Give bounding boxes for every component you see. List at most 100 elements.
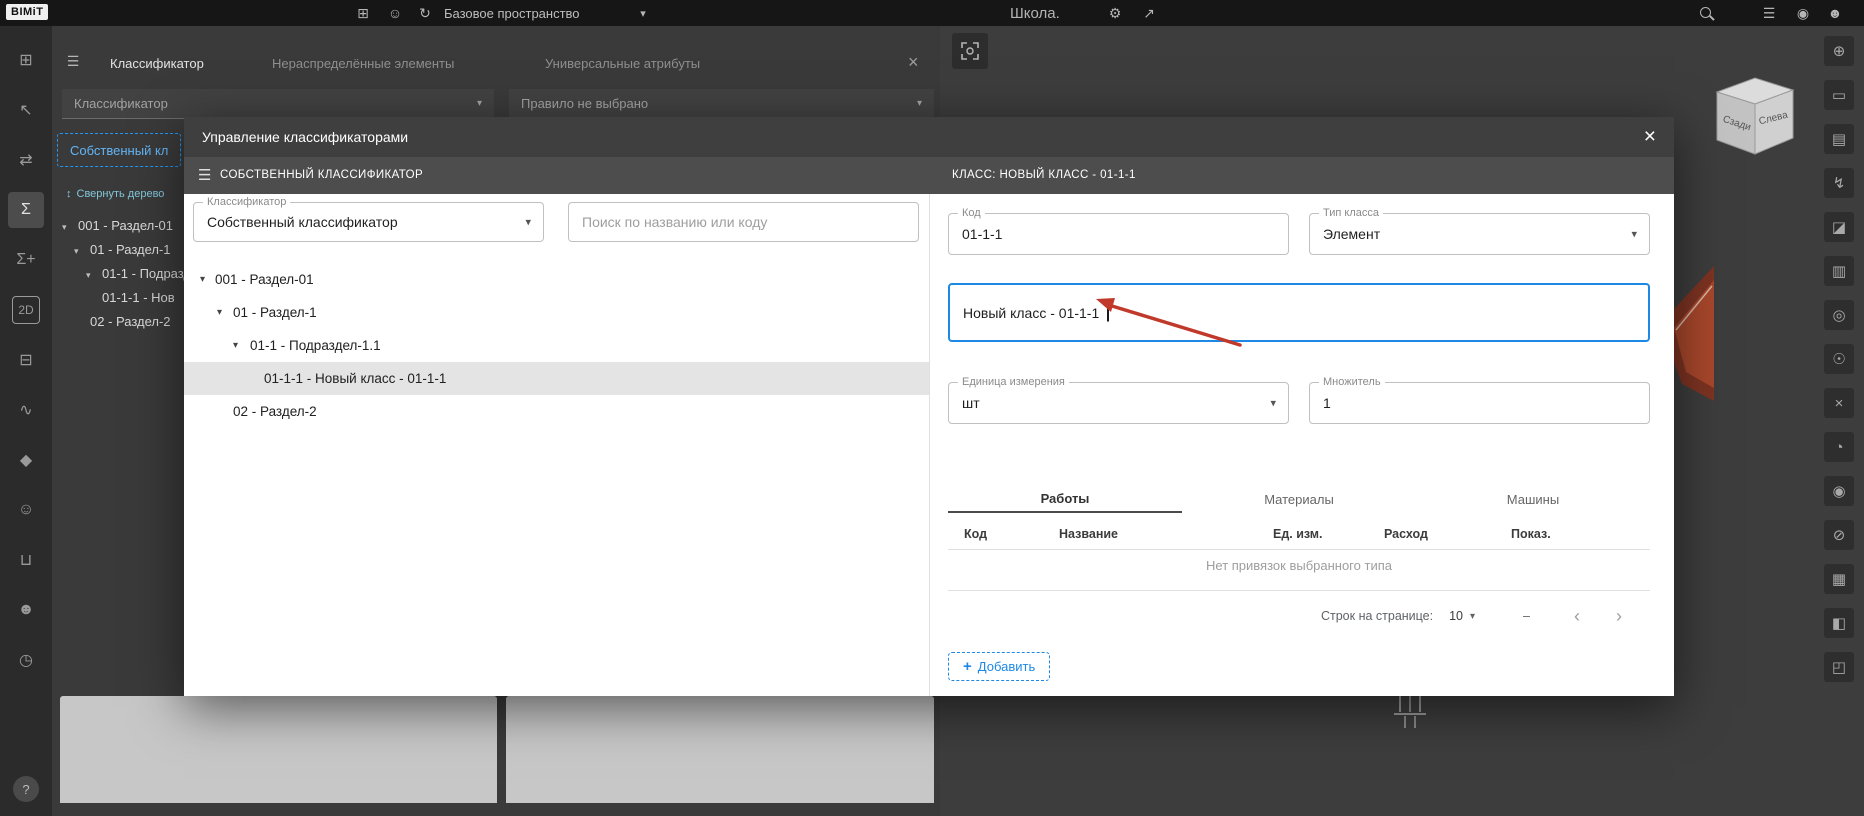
multiplier-field-label: Множитель (1319, 376, 1385, 389)
panel-close-icon[interactable]: × (908, 52, 919, 73)
dialog-close-icon[interactable]: × (1644, 126, 1656, 147)
gear-icon[interactable]: ⚙ (1102, 0, 1128, 26)
model-structure-icon[interactable]: ⊞ (8, 42, 44, 78)
classifier-dropdown[interactable]: Классификатор ▾ (62, 89, 494, 119)
classifier-management-dialog: Управление классификаторами × ☰ СОБСТВЕН… (184, 117, 1674, 696)
box-mode-icon[interactable]: ◧ (1824, 608, 1854, 638)
tree-item-label: 001 - Раздел-01 (215, 272, 314, 287)
bg-tree-item[interactable]: 01 - Раздел-1 (90, 242, 171, 257)
class-type-select[interactable]: Тип класса Элемент ▾ (1309, 207, 1650, 255)
classifier-add-icon[interactable]: Σ+ (8, 242, 44, 278)
bg-tree-item[interactable]: 01-1 - Подразд (102, 266, 191, 281)
tree-expand-icon[interactable]: ▾ (200, 274, 205, 285)
pagination: Строк на странице: 10 ▾ – ‹ › (948, 600, 1650, 632)
classifier-select[interactable]: Классификатор Собственный классификатор … (193, 196, 544, 242)
panel-menu-icon[interactable]: ☰ (60, 48, 86, 74)
account-icon[interactable]: ◉ (1790, 0, 1816, 26)
search-input[interactable] (568, 202, 919, 242)
unit-select[interactable]: Единица измерения шт ▾ (948, 376, 1289, 424)
search-icon[interactable] (1700, 7, 1711, 18)
relations-icon[interactable]: ⇄ (8, 142, 44, 178)
chevron-down-icon: ▾ (916, 98, 922, 109)
drawings-2d-icon[interactable]: 2D (12, 296, 40, 324)
bg-tree-item[interactable]: 001 - Раздел-01 (78, 218, 173, 233)
tab-classifier[interactable]: Классификатор (110, 56, 204, 71)
archive-icon[interactable]: ⊞ (350, 0, 376, 26)
navigate-icon[interactable]: ⊕ (1824, 36, 1854, 66)
sync-icon[interactable]: ↻ (412, 0, 438, 26)
bg-tree-item[interactable]: 01-1-1 - Нов (102, 290, 175, 305)
tree-expand-icon[interactable]: ▾ (233, 340, 238, 351)
gauge-icon[interactable]: ◔ (1824, 432, 1854, 462)
bg-tree-item[interactable]: 02 - Раздел-2 (90, 314, 171, 329)
tree-row[interactable]: 02 - Раздел-2 (184, 395, 929, 428)
clash-icon[interactable]: ↯ (1824, 168, 1854, 198)
measure-icon[interactable]: ▭ (1824, 80, 1854, 110)
menu-icon[interactable]: ☰ (198, 166, 211, 184)
add-binding-button[interactable]: + Добавить (948, 652, 1051, 681)
empty-table-area (506, 696, 934, 803)
selected-classifier-chip[interactable]: Собственный кл (57, 133, 182, 167)
tab-works[interactable]: Работы (948, 486, 1182, 513)
tree-row-selected[interactable]: 01-1-1 - Новый класс - 01-1-1 (184, 362, 929, 395)
tab-universal-attributes[interactable]: Универсальные атрибуты (545, 56, 700, 71)
axes-icon[interactable]: × (1824, 388, 1854, 418)
grid-icon[interactable]: ▦ (1824, 564, 1854, 594)
hide-icon[interactable]: ⊘ (1824, 520, 1854, 550)
tree-expand-icon[interactable]: ▾ (217, 307, 222, 318)
tree-item-label: 01-1-1 - Новый класс - 01-1-1 (264, 371, 447, 386)
section-box-icon[interactable]: ◪ (1824, 212, 1854, 242)
prev-page-button[interactable]: ‹ (1574, 607, 1580, 625)
next-page-button[interactable]: › (1616, 607, 1622, 625)
classifier-icon[interactable]: Σ (8, 192, 44, 228)
class-type-value: Элемент (1323, 226, 1381, 242)
table-header-divider (948, 549, 1650, 550)
class-name-value: Новый класс - 01-1-1 (963, 304, 1100, 321)
tab-unassigned-elements[interactable]: Нераспределённые элементы (272, 56, 454, 71)
point-marker-icon[interactable]: ☉ (1824, 344, 1854, 374)
chevron-down-icon[interactable]: ▾ (630, 0, 656, 26)
share-icon[interactable]: ↗ (1136, 0, 1162, 26)
collapse-tree-button[interactable]: ↕ Свернуть дерево (66, 188, 164, 200)
tree-row[interactable]: ▾ 01 - Раздел-1 (184, 296, 929, 329)
code-field[interactable]: Код 01-1-1 (948, 207, 1289, 255)
hierarchy-icon[interactable]: ⊟ (8, 342, 44, 378)
help-button[interactable]: ? (13, 776, 39, 802)
dashboard-icon[interactable]: ◷ (8, 642, 44, 678)
space-selector[interactable]: Базовое пространство (444, 0, 580, 26)
tab-materials[interactable]: Материалы (1182, 486, 1416, 513)
view-cube[interactable]: Сзади Слева (1703, 68, 1803, 163)
tree-expand-icon[interactable]: ▾ (86, 270, 91, 281)
rule-dropdown[interactable]: Правило не выбрано ▾ (509, 89, 934, 119)
collaboration-icon[interactable]: ☺ (8, 492, 44, 528)
rows-per-page-select[interactable]: 10 ▾ (1449, 609, 1475, 623)
show-icon[interactable]: ◉ (1824, 476, 1854, 506)
user-icon[interactable]: ☻ (1822, 0, 1848, 26)
left-section-header: СОБСТВЕННЫЙ КЛАССИФИКАТОР (220, 169, 424, 181)
multiplier-field[interactable]: Множитель 1 (1309, 376, 1650, 424)
layers-list-icon[interactable]: ▤ (1824, 124, 1854, 154)
list-menu-icon[interactable]: ☰ (1756, 0, 1782, 26)
text-cursor (1107, 304, 1109, 321)
tree-row[interactable]: ▾ 01-1 - Подраздел-1.1 (184, 329, 929, 362)
plugins-icon[interactable]: ◆ (8, 442, 44, 478)
classifier-dropdown-value: Классификатор (74, 96, 168, 111)
layers-icon[interactable]: ▥ (1824, 256, 1854, 286)
project-title: Школа. (1010, 4, 1060, 22)
section-view-icon[interactable]: ◰ (1824, 652, 1854, 682)
tree-expand-icon[interactable]: ▾ (62, 222, 67, 233)
handover-icon[interactable]: ⊔ (8, 542, 44, 578)
tab-machines[interactable]: Машины (1416, 486, 1650, 513)
column-header-code: Код (964, 527, 988, 541)
select-tool-icon[interactable]: ↖ (8, 92, 44, 128)
tree-expand-icon[interactable]: ▾ (74, 246, 79, 257)
tree-row[interactable]: ▾ 001 - Раздел-01 (184, 263, 929, 296)
team-icon[interactable]: ☺ (382, 0, 408, 26)
column-header-name: Название (1059, 527, 1119, 541)
viewport-focus-button[interactable] (952, 33, 988, 69)
analytics-icon[interactable]: ∿ (8, 392, 44, 428)
class-name-field[interactable]: Новый класс - 01-1-1 (948, 283, 1650, 342)
chip-label: Собственный кл (70, 142, 169, 158)
personnel-icon[interactable]: ☻ (8, 592, 44, 628)
focus-target-icon[interactable]: ◎ (1824, 300, 1854, 330)
